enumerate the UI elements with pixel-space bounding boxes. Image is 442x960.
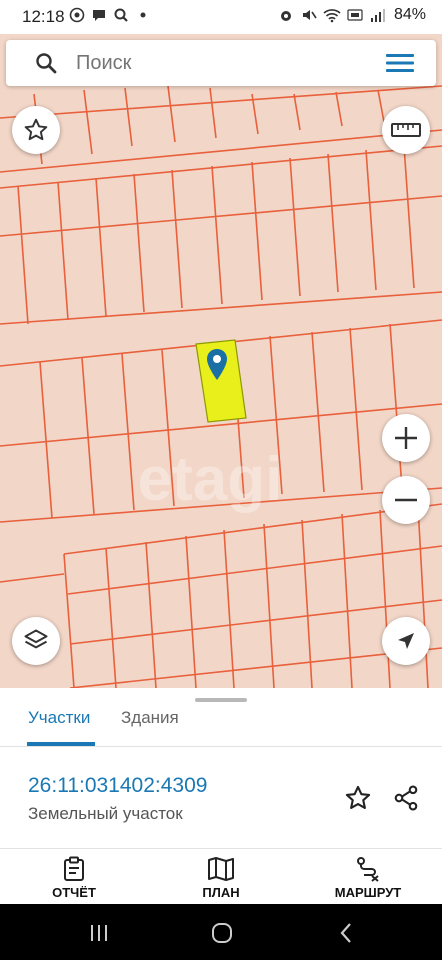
search-icon bbox=[112, 6, 130, 24]
star-outline-icon bbox=[24, 118, 48, 141]
recents-icon bbox=[91, 925, 107, 941]
report-label: ОТЧЁТ bbox=[52, 885, 96, 900]
route-icon bbox=[357, 857, 379, 882]
wifi-icon bbox=[323, 6, 341, 24]
alarm-icon bbox=[277, 6, 295, 24]
sheet-drag-handle[interactable] bbox=[195, 698, 247, 702]
parcel-type: Земельный участок bbox=[28, 804, 183, 823]
plus-icon bbox=[395, 427, 417, 449]
search-bar[interactable] bbox=[6, 40, 436, 86]
signal-icon bbox=[369, 6, 387, 24]
navigation-arrow-icon bbox=[398, 633, 414, 649]
report-icon bbox=[64, 856, 84, 881]
system-nav-bar bbox=[0, 904, 442, 960]
dot-icon bbox=[134, 6, 152, 24]
search-icon[interactable] bbox=[34, 51, 58, 75]
sheet-tabs: Участки Здания bbox=[0, 704, 442, 746]
location-pin-icon[interactable] bbox=[205, 348, 229, 382]
status-time: 12:18 bbox=[22, 7, 65, 26]
zoom-in-button[interactable] bbox=[382, 414, 430, 462]
battery-level: 84% bbox=[393, 6, 426, 23]
whatsapp-icon bbox=[68, 6, 86, 24]
report-button[interactable]: ОТЧЁТ bbox=[19, 850, 129, 904]
my-location-button[interactable] bbox=[382, 617, 430, 665]
tab-parcels[interactable]: Участки bbox=[28, 708, 90, 728]
layers-button[interactable] bbox=[12, 617, 60, 665]
zoom-out-button[interactable] bbox=[382, 476, 430, 524]
search-input[interactable] bbox=[76, 52, 356, 75]
cadastral-map[interactable]: etagi bbox=[0, 34, 442, 688]
volte-icon bbox=[346, 6, 364, 24]
route-button[interactable]: МАРШРУТ bbox=[313, 850, 423, 904]
divider bbox=[0, 746, 442, 747]
action-bar: ОТЧЁТ ПЛАН МАРШРУТ bbox=[0, 850, 442, 904]
mute-icon bbox=[300, 6, 318, 24]
map-watermark: etagi bbox=[138, 445, 283, 514]
share-icon[interactable] bbox=[392, 784, 420, 812]
ruler-button[interactable] bbox=[382, 106, 430, 154]
plan-button[interactable]: ПЛАН bbox=[166, 850, 276, 904]
home-icon bbox=[212, 923, 232, 943]
divider bbox=[0, 848, 442, 849]
star-outline-icon[interactable] bbox=[344, 784, 372, 812]
layers-icon bbox=[24, 629, 48, 649]
map-plan-icon bbox=[208, 857, 234, 881]
minus-icon bbox=[395, 498, 417, 502]
cadastral-number[interactable]: 26:11:031402:4309 bbox=[28, 774, 207, 798]
parcel-info-sheet: Участки Здания 26:11:031402:4309 Земельн… bbox=[0, 688, 442, 904]
tab-buildings[interactable]: Здания bbox=[121, 708, 179, 728]
ruler-icon bbox=[391, 123, 421, 137]
recents-button[interactable] bbox=[86, 920, 112, 946]
chat-icon bbox=[90, 6, 108, 24]
route-label: МАРШРУТ bbox=[334, 885, 402, 900]
back-button[interactable] bbox=[333, 920, 359, 946]
plan-label: ПЛАН bbox=[202, 885, 240, 900]
home-button[interactable] bbox=[209, 920, 235, 946]
favorite-star-button[interactable] bbox=[12, 106, 60, 154]
status-bar: 12:18 84% bbox=[0, 0, 442, 34]
hamburger-menu-icon[interactable] bbox=[386, 53, 414, 73]
back-chevron-icon bbox=[340, 923, 351, 943]
